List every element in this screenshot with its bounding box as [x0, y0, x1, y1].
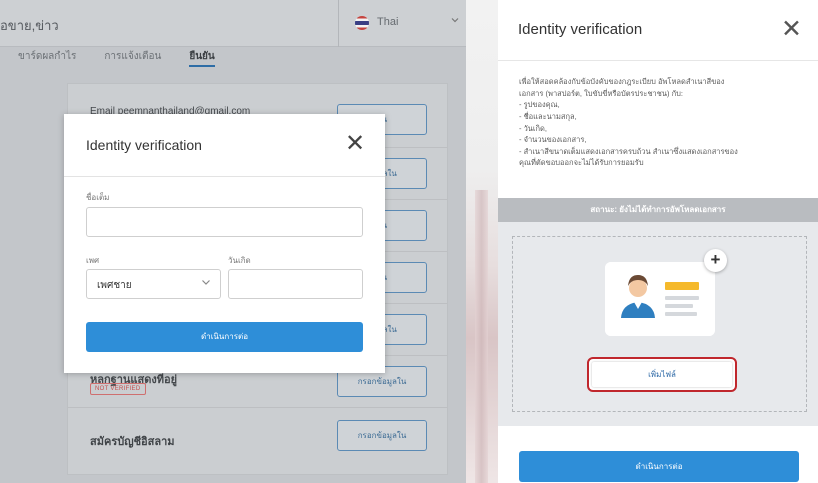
instruction-line: - รูปของคุณ, — [519, 100, 560, 110]
birth-date-label: วันเกิด — [228, 256, 251, 265]
instructions-text: เพื่อให้สอดคล้องกับข้อบังคับของกฎระเบียบ… — [519, 76, 809, 169]
panel-divider — [498, 60, 818, 61]
full-name-input[interactable] — [86, 207, 363, 237]
gender-select[interactable]: เพศชาย — [86, 269, 221, 299]
fill-info-button[interactable]: กรอกข้อมูลใน — [337, 420, 427, 451]
instruction-line: - ชื่อและนามสกุล, — [519, 111, 577, 121]
chevron-down-icon[interactable] — [450, 15, 460, 28]
instruction-line: คุณที่ตัดขอบออกจะไม่ได้รับการยอมรับ — [519, 158, 644, 168]
panel-title: Identity verification — [518, 21, 643, 38]
background-strip — [466, 0, 498, 483]
upload-section: สถานะ: ยังไม่ได้ทำการอัพโหลดเอกสาร + เพิ… — [498, 198, 818, 426]
instruction-line: - วันเกิด, — [519, 123, 547, 133]
identity-verification-modal: Identity verification ✕ ชื่อเต็ม เพศ เพศ… — [64, 114, 385, 373]
tab-verification[interactable]: ยืนยัน — [189, 49, 215, 67]
language-separator — [338, 0, 339, 47]
close-icon[interactable]: ✕ — [345, 132, 365, 156]
full-name-label: ชื่อเต็ม — [86, 193, 110, 202]
id-card-icon — [605, 262, 715, 336]
account-tabs: ขาร์ดผลกำไร การแจ้งเตือน ยืนยัน — [18, 49, 215, 67]
continue-button[interactable]: ดำเนินการต่อ — [86, 322, 363, 352]
gender-label: เพศ — [86, 256, 100, 265]
header-brand-text: ื่อขาย,ข่าว — [0, 18, 59, 33]
top-bar: ื่อขาย,ข่าว Thai — [0, 0, 466, 47]
tab-notifications[interactable]: การแจ้งเตือน — [104, 49, 161, 67]
chevron-down-icon — [200, 276, 212, 291]
add-file-button[interactable]: เพิ่มไฟล์ — [592, 362, 732, 387]
identity-verification-panel: Identity verification ✕ เพื่อให้สอดคล้อง… — [498, 0, 818, 483]
plus-icon[interactable]: + — [704, 249, 727, 272]
file-dropzone[interactable]: + เพิ่มไฟล์ — [512, 236, 807, 412]
gender-select-value: เพศชาย — [97, 280, 132, 291]
modal-divider — [64, 176, 385, 177]
not-verified-badge: NOT VERIFIED — [90, 383, 146, 395]
instruction-line: เพื่อให้สอดคล้องกับข้อบังคับของกฎระเบียบ… — [519, 77, 725, 86]
instruction-line: - สำเนาสีขนาดเต็มแสดงเอกสารครบถ้วน สำเนา… — [519, 146, 738, 156]
language-selector-label[interactable]: Thai — [377, 16, 398, 28]
islamic-account-title: สมัครบัญชีอิสลาม — [90, 436, 175, 448]
thailand-flag-icon[interactable] — [355, 16, 369, 30]
instruction-line: เอกสาร (พาสปอร์ต, ใบขับขี่หรือบัตรประชาช… — [519, 88, 683, 98]
account-page-dimmed: ื่อขาย,ข่าว Thai ขาร์ดผลกำไร การแจ้งเตือ… — [0, 0, 466, 483]
add-file-highlight: เพิ่มไฟล์ — [587, 357, 737, 392]
continue-button[interactable]: ดำเนินการต่อ — [519, 451, 799, 482]
instruction-line: - จำนวนของเอกสาร, — [519, 135, 587, 145]
close-icon[interactable]: ✕ — [781, 17, 802, 42]
upload-status-bar: สถานะ: ยังไม่ได้ทำการอัพโหลดเอกสาร — [498, 198, 818, 222]
tab-profit-chart[interactable]: ขาร์ดผลกำไร — [18, 49, 76, 67]
birth-date-input[interactable] — [228, 269, 363, 299]
modal-title: Identity verification — [86, 137, 202, 153]
